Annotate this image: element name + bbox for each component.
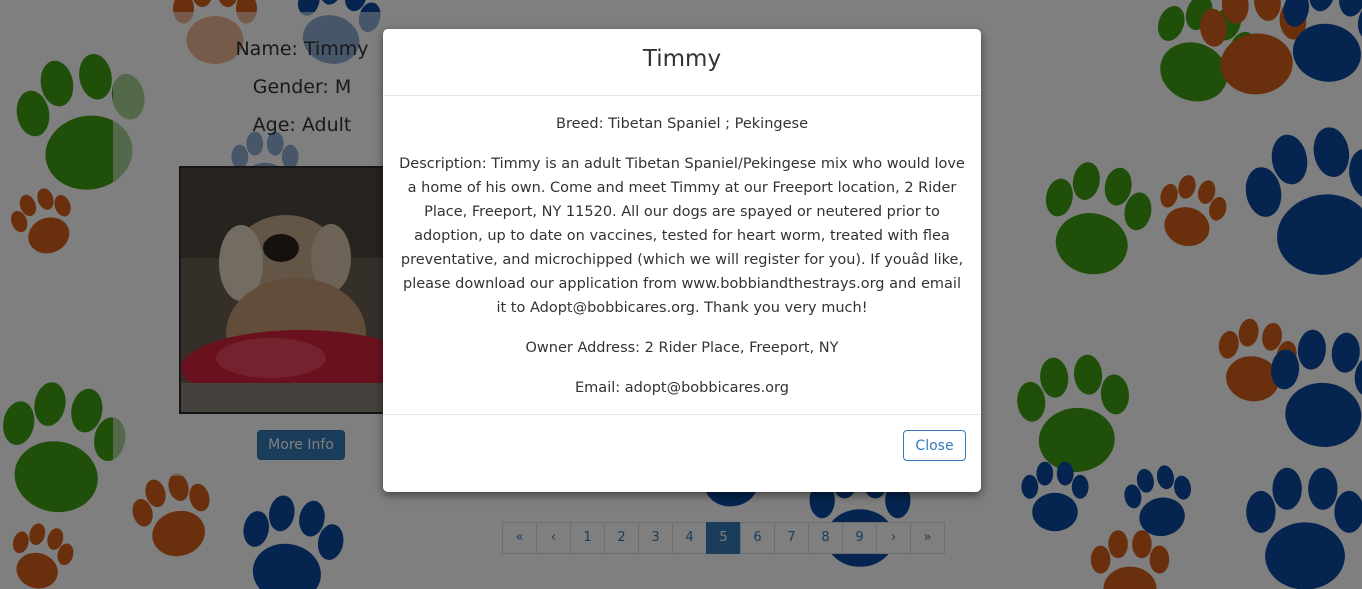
- pet-details-modal: Timmy Breed: Tibetan Spaniel ; Pekingese…: [383, 29, 981, 492]
- pet-description: Description: Timmy is an adult Tibetan S…: [399, 156, 965, 316]
- modal-header: Timmy: [383, 29, 981, 96]
- pet-breed: Breed: Tibetan Spaniel ; Pekingese: [556, 116, 808, 132]
- close-button[interactable]: Close: [903, 430, 966, 461]
- modal-footer: Close: [383, 414, 981, 475]
- owner-address: Owner Address: 2 Rider Place, Freeport, …: [525, 340, 839, 356]
- modal-body: Breed: Tibetan Spaniel ; Pekingese Descr…: [383, 96, 981, 414]
- modal-title: Timmy: [642, 46, 722, 72]
- contact-email: Email: adopt@bobbicares.org: [575, 380, 789, 396]
